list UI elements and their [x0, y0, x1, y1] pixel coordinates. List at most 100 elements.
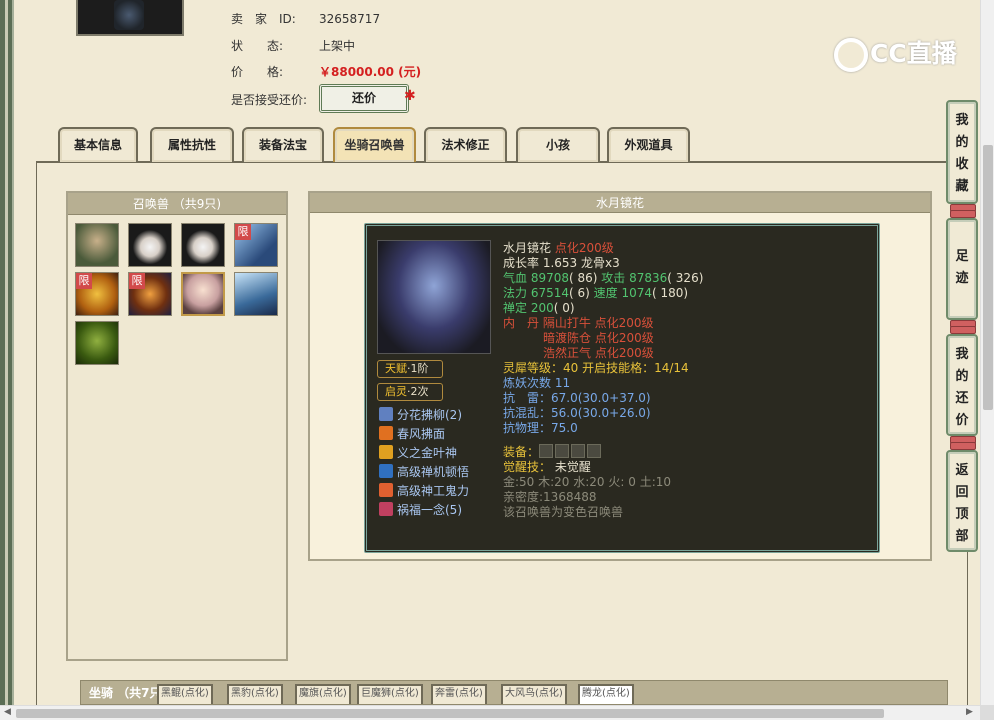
res-thunder-label: 抗 雷： [503, 391, 552, 405]
scroll-right-icon[interactable]: ▶ [966, 707, 973, 717]
price-label: 价 格: [231, 65, 284, 79]
equip-slot[interactable] [587, 444, 602, 458]
tab-equipment[interactable]: 装备法宝 [242, 127, 324, 162]
skill-item[interactable]: 高级禅机顿悟 [379, 463, 469, 481]
summon-slot[interactable]: 限 [75, 272, 119, 316]
refine-count: 炼妖次数 11 [503, 376, 571, 390]
res-chaos-label: 抗混乱： [503, 406, 552, 420]
summon-slot[interactable]: 限 [128, 272, 172, 316]
skill-item[interactable]: 高级神工鬼力 [379, 482, 469, 500]
zen-value: 200 [530, 301, 554, 315]
watermark: CC直播 [834, 34, 964, 72]
equip-slot[interactable] [555, 444, 570, 458]
side-separator [950, 210, 976, 218]
five-elements: 金:50 木:20 水:20 火: 0 土:10 [503, 475, 672, 489]
summon-slot[interactable] [75, 223, 119, 267]
mount-count-label: 坐骑 （共7只 [89, 686, 162, 700]
mount-tab[interactable]: 黑豹(点化) [227, 684, 283, 704]
skill-icon [379, 426, 393, 440]
skill-item[interactable]: 分花拂柳(2) [379, 406, 462, 424]
tab-child[interactable]: 小孩 [516, 127, 600, 162]
color-change-note: 该召唤兽为变色召唤兽 [503, 505, 624, 519]
tab-basic-info[interactable]: 基本信息 [58, 127, 138, 162]
talent-tag: 天赋·1阶 [377, 360, 443, 378]
atk-extra: ( 326) [667, 271, 704, 285]
skill-icon [379, 502, 393, 516]
skill-item[interactable]: 义之金叶神 [379, 444, 457, 462]
horizontal-scrollbar[interactable]: ◀ ▶ [0, 705, 994, 720]
mp-extra: ( 6) [569, 286, 590, 300]
mount-tab[interactable]: 巨魔狮(点化) [357, 684, 423, 704]
my-favorites-button[interactable]: 我的收藏 [946, 100, 978, 204]
character-thumbnail [76, 0, 184, 36]
seller-id-row: 卖 家 ID: 32658717 [231, 10, 380, 27]
inner-dan-2: 暗渡陈仓 点化200级 [543, 331, 654, 345]
required-mark: ✱ [404, 88, 416, 104]
skill-item[interactable]: 春风拂面 [379, 425, 445, 443]
skill-icon [379, 445, 393, 459]
summon-list-title: 召唤兽 （共9只) [68, 193, 286, 215]
skill-name: 春风拂面 [397, 427, 446, 441]
mount-tab[interactable]: 魔旗(点化) [295, 684, 351, 704]
equip-slot[interactable] [539, 444, 554, 458]
left-frame-line [5, 0, 8, 705]
mp-value: 67514 [530, 286, 570, 300]
tab-mounts-summons[interactable]: 坐骑召唤兽 [333, 127, 416, 162]
skill-icon [379, 407, 393, 421]
talent-value: ·1阶 [407, 362, 429, 375]
lingxi-level: 灵犀等级：40 开启技能格：14/14 [503, 361, 689, 375]
hp-value: 89708 [530, 271, 570, 285]
inner-dan-1: 隔山打牛 点化200级 [542, 316, 654, 330]
summon-detail-panel: 水月镜花 天赋·1阶 启灵·2次 分花拂柳(2) 春风拂面 义之金叶神 高级禅机… [308, 191, 932, 561]
summon-detail-title: 水月镜花 [310, 193, 930, 213]
cc-logo-icon [834, 38, 868, 72]
vertical-scrollbar[interactable] [980, 0, 994, 705]
summon-slot[interactable] [75, 321, 119, 365]
awaken-value: 未觉醒 [551, 460, 591, 474]
summon-name: 水月镜花 [503, 241, 552, 255]
zen-extra: ( 0) [553, 301, 575, 315]
skill-icon [379, 464, 393, 478]
spd-extra: ( 180) [652, 286, 689, 300]
seller-id-value: 32658717 [319, 12, 381, 26]
atk-label: 攻击 [597, 271, 630, 285]
summon-slot[interactable] [128, 223, 172, 267]
hp-label: 气血 [503, 271, 531, 285]
limit-badge: 限 [129, 273, 145, 289]
mount-tab[interactable]: 黑鲲(点化) [157, 684, 213, 704]
summon-slot[interactable] [181, 223, 225, 267]
skill-name: 高级禅机顿悟 [397, 465, 470, 479]
limit-badge: 限 [235, 224, 251, 240]
my-bargains-button[interactable]: 我的还价 [946, 334, 978, 436]
tab-appearance[interactable]: 外观道具 [607, 127, 690, 162]
equip-slot[interactable] [571, 444, 586, 458]
summon-portrait [377, 240, 491, 354]
mount-tab-active[interactable]: 腾龙(点化) [578, 684, 634, 704]
bargain-label: 是否接受还价: [231, 93, 308, 107]
scroll-left-icon[interactable]: ◀ [4, 707, 11, 717]
tab-attributes[interactable]: 属性抗性 [150, 127, 234, 162]
vertical-scroll-thumb[interactable] [983, 145, 993, 410]
summon-slot-selected[interactable] [181, 272, 225, 316]
skill-name: 分花拂柳(2) [397, 408, 462, 422]
tab-spell-fix[interactable]: 法术修正 [424, 127, 507, 162]
back-to-top-button[interactable]: 返回顶部 [946, 450, 978, 552]
mount-tab[interactable]: 大风鸟(点化) [501, 684, 567, 704]
skill-item[interactable]: 祸福一念(5) [379, 501, 462, 519]
spirit-label: 启灵 [385, 385, 407, 398]
awaken-label: 觉醒技： [503, 460, 552, 474]
footprint-button[interactable]: 足迹 [946, 218, 978, 320]
mount-tab[interactable]: 奔雷(点化) [431, 684, 487, 704]
growth-rate: 成长率 1.653 龙骨x3 [503, 256, 620, 270]
inner-dan-label: 内 丹 [503, 316, 543, 330]
bargain-button[interactable]: 还价 [319, 84, 409, 113]
inner-dan-3: 浩然正气 点化200级 [543, 346, 654, 360]
res-thunder-value: 67.0(30.0+37.0) [551, 391, 651, 405]
footprint-label: 足迹 [955, 249, 969, 286]
summon-slot[interactable]: 限 [234, 223, 278, 267]
status-label: 状 态: [231, 39, 284, 53]
horizontal-scroll-thumb[interactable] [16, 709, 884, 718]
summon-slot[interactable] [234, 272, 278, 316]
side-separator [950, 326, 976, 334]
bargain-row: 是否接受还价: [231, 91, 307, 108]
